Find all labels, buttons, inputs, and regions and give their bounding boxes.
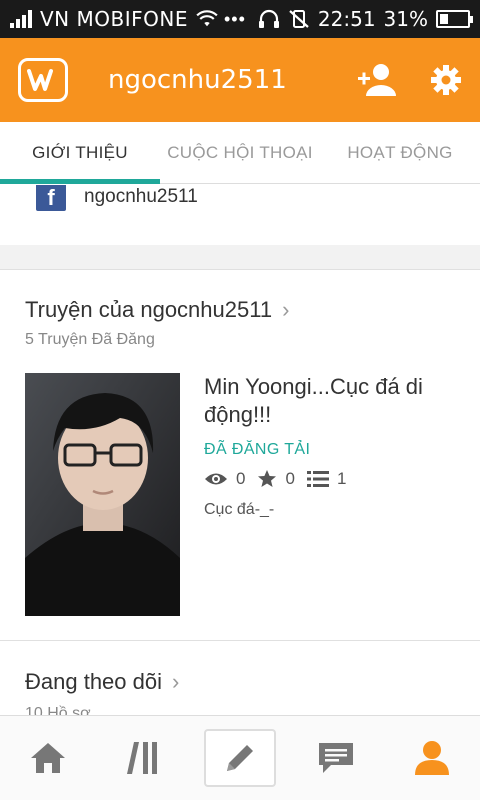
profile-tabs: GIỚI THIỆU CUỘC HỘI THOẠI HOẠT ĐỘNG bbox=[0, 122, 480, 184]
write-icon bbox=[227, 745, 253, 771]
following-section: Đang theo dõi › 10 Hồ sơ bbox=[0, 669, 480, 715]
vibrate-off-icon bbox=[289, 10, 309, 28]
cover-portrait-icon bbox=[25, 373, 180, 616]
section-separator bbox=[0, 245, 480, 270]
parts-stat: 1 bbox=[306, 469, 347, 489]
battery-percent: 31% bbox=[383, 7, 428, 31]
story-status: ĐÃ ĐĂNG TẢI bbox=[204, 441, 311, 458]
story-title[interactable]: Min Yoongi...Cục đá di động!!! bbox=[204, 373, 455, 429]
carrier-name: VN MOBIFONE bbox=[40, 7, 188, 31]
votes-stat: 0 bbox=[257, 469, 295, 489]
following-section-title: Đang theo dõi bbox=[25, 669, 162, 694]
home-icon bbox=[31, 743, 65, 773]
more-dots: ••• bbox=[223, 8, 246, 29]
stories-section-header[interactable]: Truyện của ngocnhu2511 › bbox=[25, 297, 455, 323]
gear-icon[interactable] bbox=[430, 64, 462, 96]
profile-content[interactable]: f ngocnhu2511 Truyện của ngocnhu2511 › 5… bbox=[0, 185, 480, 715]
wifi-icon bbox=[196, 10, 218, 27]
bottom-nav bbox=[0, 715, 480, 800]
wattpad-logo[interactable] bbox=[18, 58, 68, 102]
facebook-name: ngocnhu2511 bbox=[84, 186, 198, 207]
votes-count: 0 bbox=[285, 469, 295, 488]
star-icon bbox=[258, 470, 277, 487]
divider bbox=[0, 640, 480, 641]
signal-icon bbox=[10, 10, 32, 28]
tab-conversations[interactable]: CUỘC HỘI THOẠI bbox=[160, 122, 320, 183]
clock: 22:51 bbox=[317, 7, 376, 31]
stories-count: 5 Truyện Đã Đăng bbox=[25, 331, 155, 348]
story-info: Min Yoongi...Cục đá di động!!! ĐÃ ĐĂNG T… bbox=[204, 373, 455, 616]
profile-username-title: ngocnhu2511 bbox=[108, 65, 287, 95]
tab-activity[interactable]: HOẠT ĐỘNG bbox=[320, 122, 480, 183]
battery-icon bbox=[436, 10, 473, 28]
tab-activity-label: HOẠT ĐỘNG bbox=[347, 142, 453, 162]
status-bar: VN MOBIFONE ••• 22:51 31% bbox=[0, 0, 480, 38]
list-icon bbox=[306, 471, 329, 487]
library-icon bbox=[127, 742, 157, 774]
nav-write[interactable] bbox=[204, 729, 276, 787]
views-count: 0 bbox=[236, 469, 246, 488]
parts-count: 1 bbox=[336, 469, 347, 488]
story-stats: 0 0 1 bbox=[204, 469, 455, 489]
chevron-right-icon: › bbox=[172, 669, 180, 694]
nav-messages[interactable] bbox=[300, 729, 372, 787]
story-cover-image[interactable] bbox=[25, 373, 180, 616]
add-user-icon[interactable] bbox=[356, 63, 396, 97]
messages-icon bbox=[319, 743, 353, 773]
profile-icon bbox=[415, 741, 449, 775]
following-section-header[interactable]: Đang theo dõi › bbox=[25, 669, 455, 695]
nav-library[interactable] bbox=[108, 729, 180, 787]
chevron-right-icon: › bbox=[282, 297, 290, 322]
stories-section: Truyện của ngocnhu2511 › 5 Truyện Đã Đăn… bbox=[0, 297, 480, 616]
tab-about-label: GIỚI THIỆU bbox=[32, 142, 128, 162]
tab-conversations-label: CUỘC HỘI THOẠI bbox=[167, 142, 313, 162]
nav-home[interactable] bbox=[12, 729, 84, 787]
eye-icon bbox=[205, 473, 227, 485]
w-logo-icon bbox=[27, 69, 53, 91]
nav-profile[interactable] bbox=[396, 729, 468, 787]
facebook-icon: f bbox=[36, 185, 66, 211]
following-count: 10 Hồ sơ bbox=[25, 705, 91, 715]
views-stat: 0 bbox=[204, 469, 245, 489]
headphones-icon bbox=[258, 9, 279, 28]
story-card[interactable]: Min Yoongi...Cục đá di động!!! ĐÃ ĐĂNG T… bbox=[25, 373, 455, 616]
stories-section-title: Truyện của ngocnhu2511 bbox=[25, 297, 273, 322]
story-description: Cục đá-_- bbox=[204, 501, 275, 518]
tab-about[interactable]: GIỚI THIỆU bbox=[0, 122, 160, 184]
facebook-link-row[interactable]: f ngocnhu2511 bbox=[0, 185, 480, 245]
app-bar: ngocnhu2511 bbox=[0, 38, 480, 122]
